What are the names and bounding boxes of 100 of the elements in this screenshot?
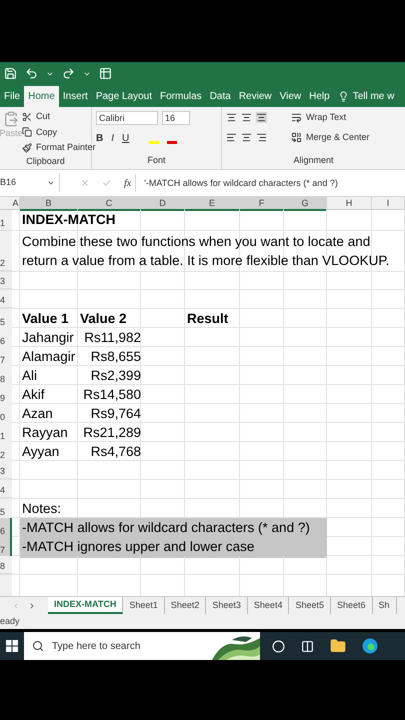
cell-text: Value 1 [22,310,69,328]
cell-text: Combine these two functions when you want to locate and return a value from a table. It is more flexible than VLOOKUP. [22,233,390,270]
row-header[interactable]: 1 [0,210,12,232]
cell-text: Result [187,310,228,328]
selection-highlight[interactable]: -MATCH allows for wildcard characters (* and ?) [20,518,327,540]
row-header[interactable]: 5 [0,309,12,330]
row-header[interactable]: 3 [0,461,12,479]
cell-text: Ayyan [22,443,60,461]
row-header[interactable]: 4 [0,480,12,498]
italic-button[interactable]: I [111,131,114,146]
formula-field[interactable]: '-MATCH allows for wildcard characters (* and ?) [135,174,405,192]
browser-icon[interactable] [362,638,378,654]
function-button[interactable]: fx [124,176,132,190]
lightbulb-icon [338,91,349,102]
cell-text: Azan [22,405,53,423]
merge-icon [291,132,302,143]
cortana-icon[interactable] [272,640,285,652]
taskbar-search-field[interactable]: Type here to search [24,632,260,660]
bold-button[interactable]: B [96,131,104,146]
row-header[interactable]: 3 [0,272,12,289]
align-icon[interactable] [226,112,237,124]
cell-text: Rs2,399 [90,367,141,385]
column-header[interactable]: C [78,197,141,211]
ribbon-tab[interactable]: View [276,86,306,107]
wrap-text-button[interactable]: Wrap Text [306,111,346,124]
redo-icon[interactable] [62,67,75,80]
sheet-tab[interactable]: INDEX-MATCH [48,597,124,614]
row-header[interactable]: 8 [0,556,12,574]
group-label: Clipboard [25,154,66,168]
align-icon[interactable] [256,112,267,124]
column-header[interactable]: B [20,197,78,211]
group-label: Font [146,154,166,166]
ribbon-tab[interactable]: Insert [58,86,92,107]
font-name-field[interactable]: Calibri [96,111,158,125]
column-header[interactable]: D [141,197,185,211]
cell-text: Rayyan [22,424,68,442]
cell-text: Alamagir [22,348,76,366]
row-header[interactable]: 5 [0,499,12,520]
cut-button[interactable]: Cut [36,110,50,124]
undo-icon[interactable] [25,67,38,80]
cell-text: Ali [22,367,38,385]
cell-text: INDEX-MATCH [22,211,116,229]
form-icon[interactable] [99,67,112,80]
row-header[interactable]: 2 [0,231,12,271]
ribbon-tab[interactable]: Page Layout [92,86,156,107]
row-header[interactable]: 7 [0,537,12,558]
font-color-icon[interactable] [167,141,178,144]
group-label: Alignment [292,154,335,167]
align-icon[interactable] [241,112,252,124]
row-header[interactable]: 2 [0,442,12,464]
row-header[interactable]: 4 [0,290,12,308]
name-box[interactable]: B16 [0,174,60,192]
column-header[interactable]: F [240,197,284,211]
ribbon-tab[interactable]: Review [234,86,276,107]
cell-text: Notes: [22,500,62,518]
row-header[interactable]: 8 [0,366,12,388]
cell-text: Rs9,764 [90,405,141,423]
wrap-text-icon [291,112,302,124]
selection-highlight[interactable]: -MATCH ignores upper and lower case [20,537,327,558]
cell-text: -MATCH ignores upper and lower case [22,538,254,556]
format-painter-button[interactable]: Format Painter [36,141,96,154]
status-text: eady [0,614,20,628]
row-header[interactable]: 7 [0,347,12,368]
cell-text: Value 2 [80,310,127,328]
cell-text: -MATCH allows for wildcard characters (* and ?) [22,519,310,537]
ribbon-tab[interactable]: Data [206,86,235,107]
cell-text: Jahangir [22,329,74,347]
folder-icon[interactable] [330,638,346,654]
cell-text: Rs4,768 [90,443,141,461]
fill-color-icon[interactable] [149,141,160,144]
cell-text: Rs8,655 [90,348,141,366]
ribbon-tab[interactable]: File [0,86,24,107]
row-header[interactable]: 0 [0,404,12,426]
merge-center-button[interactable]: Merge & Center [306,130,370,144]
ribbon-tab[interactable]: Home [24,86,59,107]
column-header[interactable]: E [185,197,240,211]
paintbrush-icon [22,142,32,153]
column-header[interactable]: G [284,197,327,211]
cell-text: Rs21,289 [82,424,141,442]
font-size-field[interactable]: 16 [162,111,190,125]
windows-icon[interactable] [6,640,18,652]
cell-text: Akif [22,386,45,404]
ribbon-tab[interactable]: Formulas [156,86,206,107]
cell-text: Rs11,982 [83,329,141,347]
ribbon-tab[interactable]: Help [305,86,334,107]
save-icon[interactable] [4,67,17,80]
scroll-right-icon[interactable] [28,602,36,610]
underline-button[interactable]: U [122,131,130,146]
align-icon[interactable] [226,132,237,143]
row-header[interactable]: 1 [0,423,12,444]
cell-text: Rs14,580 [82,386,141,404]
row-header[interactable]: 6 [0,518,12,540]
copy-button[interactable]: Copy [36,126,58,139]
align-icon[interactable] [256,132,267,143]
row-header[interactable]: 6 [0,328,12,350]
align-icon[interactable] [241,132,252,143]
row-header[interactable]: 9 [0,385,12,406]
task-view-icon[interactable] [301,640,314,652]
scissors-icon [22,112,32,122]
tell-me-field[interactable]: Tell me w [352,89,394,104]
